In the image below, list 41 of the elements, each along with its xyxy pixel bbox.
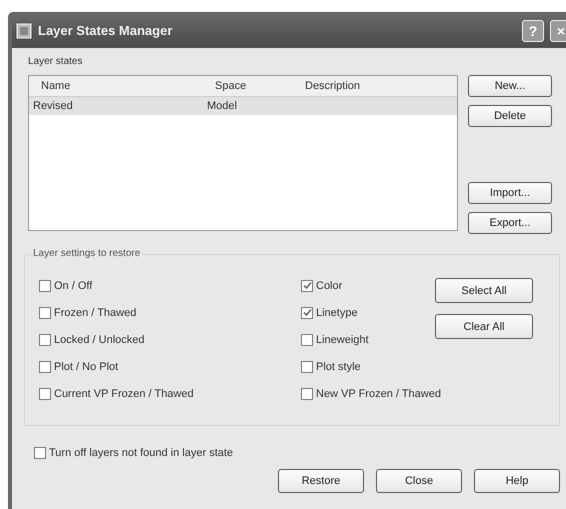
checkbox-label: Color xyxy=(316,280,342,292)
list-row[interactable]: Revised Model xyxy=(29,97,457,115)
new-button[interactable]: New... xyxy=(468,75,552,97)
column-header[interactable]: Name xyxy=(29,80,207,92)
app-icon xyxy=(16,22,32,38)
checkbox-label: Frozen / Thawed xyxy=(54,306,136,318)
checkbox-label: Plot / No Plot xyxy=(54,360,118,372)
column-header[interactable]: Description xyxy=(297,80,457,92)
table-cell-text: Revised xyxy=(32,100,74,112)
checkbox[interactable] xyxy=(301,334,313,346)
checkbox[interactable] xyxy=(39,306,51,318)
window-title: Layer States Manager xyxy=(38,23,174,38)
checkbox-label: Locked / Unlocked xyxy=(54,334,144,346)
checkbox[interactable] xyxy=(39,334,51,346)
checkbox[interactable] xyxy=(39,360,51,372)
checkbox[interactable] xyxy=(301,360,313,372)
group-label: Layer settings to restore xyxy=(31,248,142,259)
checkbox-label: Lineweight xyxy=(316,334,369,346)
delete-button[interactable]: Delete xyxy=(468,105,552,127)
dialog-button[interactable]: Restore xyxy=(278,469,364,493)
export-button[interactable]: Export... xyxy=(468,212,552,234)
checkbox-label: Current VP Frozen / Thawed xyxy=(54,388,194,400)
checkbox[interactable] xyxy=(39,388,51,400)
dialog-button[interactable]: Help xyxy=(474,469,560,493)
checkbox-label: New VP Frozen / Thawed xyxy=(316,388,441,400)
checkbox[interactable] xyxy=(34,446,46,458)
clear-all-button[interactable]: Clear All xyxy=(435,314,533,339)
checkbox[interactable] xyxy=(301,280,313,292)
checkbox-label: On / Off xyxy=(54,280,92,292)
checkbox-label: Plot style xyxy=(316,360,361,372)
table-cell-text: Model xyxy=(206,100,238,112)
checkbox-label: Linetype xyxy=(316,306,358,318)
checkbox[interactable] xyxy=(301,388,313,400)
column-header[interactable]: Space xyxy=(207,80,297,92)
select-all-button[interactable]: Select All xyxy=(435,278,533,303)
checkbox[interactable] xyxy=(39,280,51,292)
dialog-button[interactable]: Close xyxy=(376,469,462,493)
checkbox[interactable] xyxy=(301,306,313,318)
import-button[interactable]: Import... xyxy=(468,182,552,204)
section-label: Layer states xyxy=(28,56,84,67)
checkbox-label: Turn off layers not found in layer state xyxy=(49,446,234,458)
